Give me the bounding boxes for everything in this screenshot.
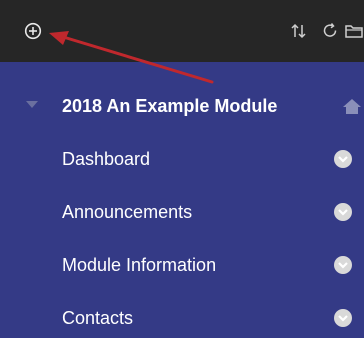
chevron-down-icon[interactable] xyxy=(333,149,353,169)
folder-icon xyxy=(345,25,363,38)
home-icon[interactable] xyxy=(342,98,362,114)
module-title: 2018 An Example Module xyxy=(62,96,278,116)
menu-item-label: Announcements xyxy=(62,202,193,222)
menu-item-label: Dashboard xyxy=(62,149,151,169)
collapse-triangle-icon[interactable] xyxy=(26,101,38,109)
course-menu: 2018 An Example Module Dashboard Announc… xyxy=(0,62,364,338)
menu-item-label: Contacts xyxy=(62,308,134,328)
menu-item-module-information[interactable]: Module Information xyxy=(0,244,364,286)
add-circle-icon xyxy=(24,22,42,40)
refresh-icon xyxy=(323,23,337,37)
chevron-down-icon[interactable] xyxy=(333,255,353,275)
reorder-button[interactable] xyxy=(284,16,314,46)
menu-item-contacts[interactable]: Contacts xyxy=(0,297,364,338)
course-menu-screenshot: 2018 An Example Module Dashboard Announc… xyxy=(0,0,364,338)
menu-item-dashboard[interactable]: Dashboard xyxy=(0,138,364,180)
menu-item-announcements[interactable]: Announcements xyxy=(0,191,364,233)
course-menu-toolbar xyxy=(0,0,364,62)
chevron-down-icon[interactable] xyxy=(333,308,353,328)
add-menu-item-button[interactable] xyxy=(18,16,48,46)
reorder-arrows-icon xyxy=(291,23,306,39)
folder-button[interactable] xyxy=(339,16,364,46)
menu-item-label: Module Information xyxy=(62,255,217,275)
module-header[interactable]: 2018 An Example Module xyxy=(0,84,364,128)
chevron-down-icon[interactable] xyxy=(333,202,353,222)
